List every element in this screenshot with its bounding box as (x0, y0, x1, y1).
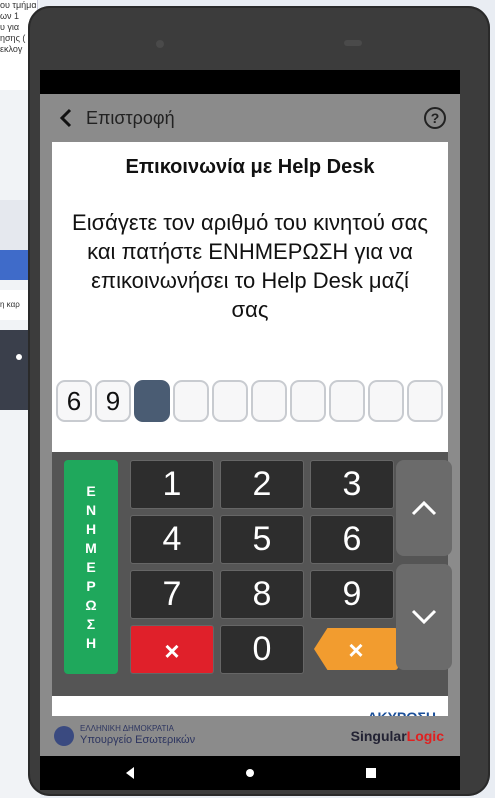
update-letter: Ω (85, 596, 97, 613)
status-bar (40, 70, 460, 94)
key-7[interactable]: 7 (130, 570, 214, 619)
digit-box[interactable] (212, 380, 248, 422)
android-navbar (40, 756, 460, 790)
help-icon[interactable]: ? (424, 107, 446, 129)
digit-box[interactable]: 9 (95, 380, 131, 422)
update-letter: Μ (85, 539, 97, 556)
scroll-down-button[interactable] (396, 564, 452, 670)
digit-box[interactable] (407, 380, 443, 422)
update-letter: Ε (86, 558, 96, 575)
update-letter: Ρ (86, 577, 96, 594)
digit-box[interactable] (251, 380, 287, 422)
help-desk-dialog: Επικοινωνία με Help Desk Εισάγετε τον αρ… (52, 142, 448, 452)
ministry-logo-icon (54, 726, 74, 746)
company-name-part2: Logic (406, 728, 444, 744)
key-6[interactable]: 6 (310, 515, 394, 564)
dialog-title: Επικοινωνία με Help Desk (125, 156, 375, 178)
key-1[interactable]: 1 (130, 460, 214, 509)
digit-box[interactable] (329, 380, 365, 422)
ministry-name: Υπουργείο Εσωτερικών (80, 734, 196, 746)
chevron-up-icon (411, 500, 437, 516)
update-button[interactable]: Ε Ν Η Μ Ε Ρ Ω Σ Η (64, 460, 118, 674)
scroll-up-button[interactable] (396, 460, 452, 556)
update-letter: Η (85, 520, 97, 537)
close-icon: × (164, 636, 180, 666)
update-letter: Ε (86, 482, 96, 499)
dialog-message: Εισάγετε τον αριθμό του κινητού σας και … (72, 210, 428, 322)
tablet-screen: Επιστροφή ? Επικοινωνία με Help Desk Εισ… (40, 70, 460, 790)
back-chevron-icon[interactable] (56, 107, 78, 129)
ministry-header: ΕΛΛΗΝΙΚΗ ΔΗΜΟΚΡΑΤΙΑ (80, 724, 174, 733)
digit-box[interactable]: 6 (56, 380, 92, 422)
update-letter: Ν (85, 501, 97, 518)
app-window: Επιστροφή ? Επικοινωνία με Help Desk Εισ… (40, 94, 460, 754)
brand-bar: ΕΛΛΗΝΙΚΗ ΔΗΜΟΚΡΑΤΙΑ Υπουργείο Εσωτερικών… (40, 716, 460, 756)
backspace-button[interactable]: × (314, 628, 398, 670)
numeric-keypad: Ε Ν Η Μ Ε Ρ Ω Σ Η 1 2 3 4 5 6 7 8 9 × 0 … (52, 452, 452, 696)
app-header: Επιστροφή ? (40, 94, 460, 142)
clear-button[interactable]: × (130, 625, 214, 674)
nav-back-icon[interactable] (126, 767, 134, 779)
tablet-frame: Επιστροφή ? Επικοινωνία με Help Desk Εισ… (28, 6, 490, 796)
company-name-part1: Singular (350, 728, 407, 744)
company-logo: SingularLogic (351, 728, 444, 744)
digit-box-active[interactable] (134, 380, 170, 422)
key-2[interactable]: 2 (220, 460, 304, 509)
chevron-down-icon (411, 609, 437, 625)
key-3[interactable]: 3 (310, 460, 394, 509)
key-8[interactable]: 8 (220, 570, 304, 619)
key-4[interactable]: 4 (130, 515, 214, 564)
camera-icon (156, 40, 164, 48)
digit-box[interactable] (368, 380, 404, 422)
update-letter: Σ (86, 615, 96, 632)
back-button[interactable]: Επιστροφή (86, 108, 175, 129)
speaker-grille (344, 40, 362, 46)
nav-home-icon[interactable] (246, 769, 254, 777)
phone-number-input[interactable]: 6 9 (56, 380, 446, 424)
key-5[interactable]: 5 (220, 515, 304, 564)
nav-recent-apps-icon[interactable] (366, 768, 376, 778)
digit-box[interactable] (290, 380, 326, 422)
background-line: ου τμήματο (0, 0, 36, 10)
digit-box[interactable] (173, 380, 209, 422)
backspace-icon: × (348, 635, 364, 665)
key-0[interactable]: 0 (220, 625, 304, 674)
update-letter: Η (85, 634, 97, 651)
key-9[interactable]: 9 (310, 570, 394, 619)
